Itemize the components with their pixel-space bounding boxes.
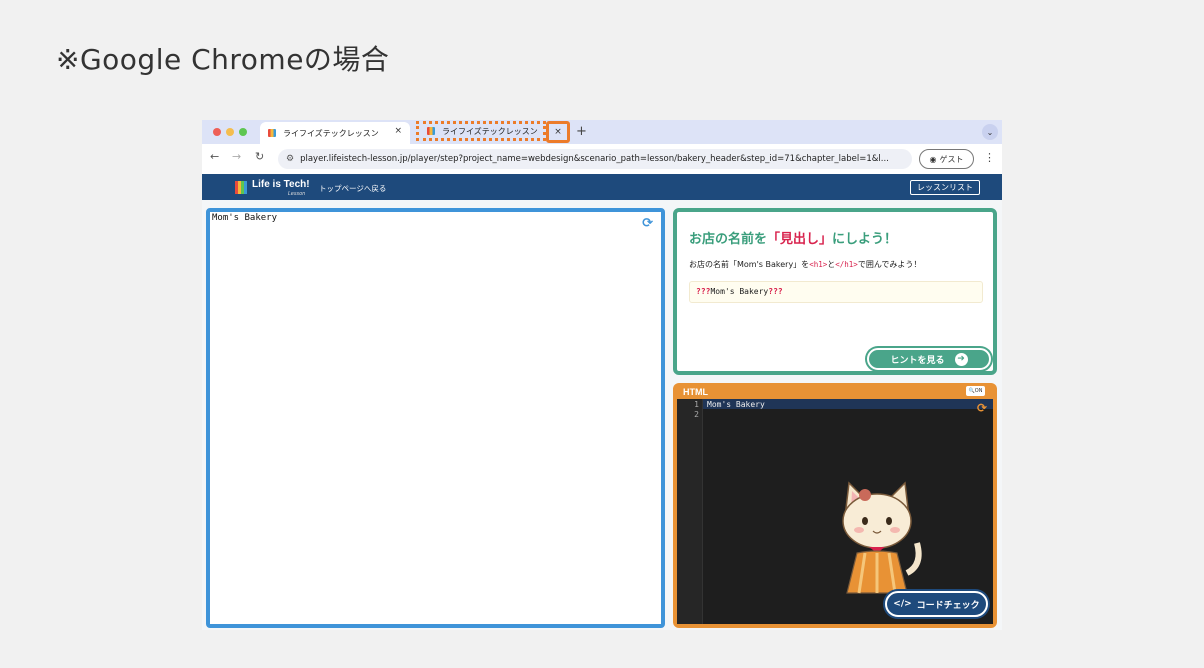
profile-button[interactable]: ◉ ゲスト — [919, 149, 974, 169]
hint-button[interactable]: ヒントを見る ➜ — [867, 348, 991, 370]
desc-pre: お店の名前「Mom's Bakery」を — [689, 260, 810, 269]
browser-toolbar: ← → ↻ ⚙ player.lifeistech-lesson.jp/play… — [202, 144, 1002, 174]
tab-search-button[interactable]: ⌄ — [982, 124, 998, 140]
refresh-preview-icon[interactable]: ⟳ — [642, 216, 653, 231]
code-example: ???Mom's Bakery??? — [689, 281, 983, 303]
code-check-button[interactable]: </> コードチェック — [885, 591, 988, 617]
user-icon: ◉ — [929, 154, 937, 164]
task-title-post: にしよう！ — [832, 232, 898, 247]
line-number: 2 — [694, 410, 699, 419]
favicon-icon — [427, 127, 435, 135]
desc-post: で囲んでみよう！ — [857, 260, 922, 269]
placeholder-open: ??? — [696, 287, 711, 296]
maximize-window-button[interactable] — [239, 128, 247, 136]
zoom-toggle[interactable]: 🔍 ON — [966, 386, 985, 396]
profile-label: ゲスト — [939, 154, 964, 164]
new-tab-button[interactable]: + — [576, 124, 587, 139]
cat-mascot-icon — [842, 481, 922, 594]
placeholder-close: ??? — [768, 287, 783, 296]
code-check-label: コードチェック — [916, 600, 980, 611]
logo-text[interactable]: Life is Tech! — [252, 179, 310, 190]
favicon-icon — [268, 129, 276, 137]
example-text: Mom's Bakery — [710, 287, 769, 296]
task-title-emphasis: 「見出し」 — [767, 232, 833, 247]
code-input[interactable]: 1 Mom's Bakery 2 ⟳ </> コードチェック — [677, 399, 993, 624]
zoom-label: ON — [974, 388, 983, 394]
preview-pane: Mom's Bakery ⟳ — [206, 208, 665, 628]
tab-close-button[interactable]: × — [394, 126, 402, 136]
editor-title: HTML — [683, 387, 708, 397]
logo-icon — [235, 181, 247, 194]
logo-subtext: Lesson — [288, 191, 306, 197]
forward-icon[interactable]: → — [232, 150, 241, 163]
line-gutter — [677, 399, 703, 624]
lesson-list-button[interactable]: レッスンリスト — [910, 180, 980, 195]
highlighted-tab-close-button[interactable]: × — [546, 121, 570, 143]
tag-open: <h1> — [809, 260, 828, 269]
reset-code-icon[interactable]: ⟳ — [977, 401, 987, 415]
top-page-link[interactable]: トップページへ戻る — [319, 183, 386, 194]
task-description: お店の名前「Mom's Bakery」を<h1>と</h1>で囲んでみよう！ — [689, 259, 921, 270]
back-icon[interactable]: ← — [210, 150, 219, 163]
task-title-pre: お店の名前を — [689, 232, 768, 247]
tab-label: ライフイズテックレッスン — [283, 128, 379, 138]
tab-highlighted[interactable]: ライフイズテックレッスン — [416, 121, 546, 141]
hint-label: ヒントを見る — [890, 355, 945, 366]
line-number: 1 — [694, 400, 699, 409]
workspace: Mom's Bakery ⟳ お店の名前を「見出し」にしよう！ お店の名前「Mo… — [202, 200, 1002, 630]
tab-label: ライフイズテックレッスン — [442, 126, 538, 136]
task-title: お店の名前を「見出し」にしよう！ — [689, 228, 897, 247]
address-bar[interactable]: ⚙ player.lifeistech-lesson.jp/player/ste… — [278, 149, 912, 169]
site-settings-icon[interactable]: ⚙ — [286, 154, 294, 164]
close-window-button[interactable] — [213, 128, 221, 136]
code-icon: </> — [893, 599, 912, 609]
tab-strip: ライフイズテックレッスン × ライフイズテックレッスン × + ⌄ — [202, 120, 1002, 144]
page-heading: ※Google Chromeの場合 — [56, 43, 390, 76]
menu-icon[interactable]: ⋮ — [984, 151, 995, 164]
code-line[interactable]: Mom's Bakery — [707, 400, 765, 409]
minimize-window-button[interactable] — [226, 128, 234, 136]
arrow-right-icon: ➜ — [954, 352, 968, 366]
task-panel: お店の名前を「見出し」にしよう！ お店の名前「Mom's Bakery」を<h1… — [673, 208, 997, 375]
browser-window: ライフイズテックレッスン × ライフイズテックレッスン × + ⌄ ← → ↻ … — [202, 120, 1002, 630]
reload-icon[interactable]: ↻ — [255, 150, 264, 163]
code-editor-panel: HTML 🔍 ON 1 Mom's Bakery 2 ⟳ </> コードチェック — [673, 383, 997, 628]
tag-close: </h1> — [835, 260, 858, 269]
url-text[interactable]: player.lifeistech-lesson.jp/player/step?… — [300, 154, 889, 164]
tab-active[interactable]: ライフイズテックレッスン × — [260, 122, 410, 144]
preview-text: Mom's Bakery — [212, 213, 278, 223]
app-header: Life is Tech! Lesson トップページへ戻る レッスンリスト — [202, 174, 1002, 200]
